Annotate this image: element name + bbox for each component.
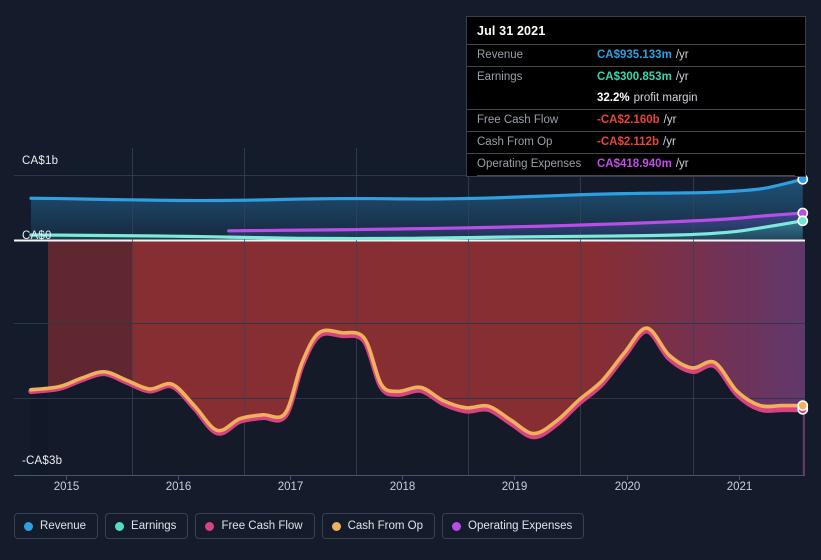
tooltip-row-unit: /yr: [675, 158, 689, 170]
tooltip-row: Free Cash Flow -CA$2.160b/yr: [467, 109, 805, 131]
x-axis-tick-label: 2018: [389, 481, 416, 493]
legend-color-dot-icon: [331, 521, 341, 531]
data-tooltip: Jul 31 2021 Revenue CA$935.133m/yr Earning…: [466, 16, 806, 177]
y-axis-label-bottom: -CA$3b: [22, 455, 63, 467]
tooltip-row-value: CA$935.133m: [597, 49, 672, 61]
legend-color-dot-icon: [115, 521, 125, 531]
tooltip-row: Cash From Op -CA$2.112b/yr: [467, 131, 805, 153]
y-axis-label-zero: CA$0: [22, 230, 52, 242]
x-axis-tick-label: 2017: [277, 481, 304, 493]
legend-item-operating-expenses[interactable]: Operating Expenses: [442, 513, 585, 539]
x-axis-tick-label: 2019: [501, 481, 528, 493]
chart-legend[interactable]: Revenue Earnings Free Cash Flow Cash From O…: [14, 513, 585, 539]
tooltip-bottom-divider: [477, 175, 795, 176]
tooltip-row-label: Free Cash Flow: [477, 114, 559, 126]
tooltip-row-unit: /yr: [663, 114, 677, 126]
tooltip-profit-margin-row: 32.2% profit margin: [467, 88, 805, 109]
tooltip-row-unit: /yr: [675, 71, 689, 83]
legend-item-earnings[interactable]: Earnings: [105, 513, 189, 539]
tooltip-margin-value: 32.2%: [597, 92, 630, 104]
x-axis-tick-label: 2016: [165, 481, 192, 493]
legend-color-dot-icon: [452, 521, 462, 531]
x-axis-tick-label: 2021: [726, 481, 753, 493]
tooltip-row-unit: /yr: [675, 49, 689, 61]
tooltip-margin-label: profit margin: [633, 92, 698, 104]
y-axis-label-top: CA$1b: [22, 155, 59, 167]
x-axis-tick-label: 2015: [53, 481, 80, 493]
tooltip-row: Earnings CA$300.853m/yr: [467, 66, 805, 88]
tooltip-rows: Revenue CA$935.133m/yr Earnings CA$300.853m…: [467, 44, 805, 175]
endpoint-marker-earnings: [797, 215, 809, 227]
tooltip-date: Jul 31 2021: [477, 24, 546, 38]
legend-item-label: Operating Expenses: [468, 520, 573, 532]
legend-item-label: Free Cash Flow: [221, 520, 303, 532]
legend-color-dot-icon: [205, 521, 215, 531]
tooltip-row-label: Operating Expenses: [477, 158, 582, 170]
legend-item-label: Cash From Op: [347, 520, 424, 532]
tooltip-row-unit: /yr: [663, 136, 676, 148]
legend-item-label: Earnings: [131, 520, 177, 532]
legend-item-cash-from-op[interactable]: Cash From Op: [321, 513, 436, 539]
tooltip-row-value: -CA$2.160b: [597, 114, 660, 126]
tooltip-row-label: Earnings: [477, 71, 523, 83]
legend-item-free-cash-flow[interactable]: Free Cash Flow: [195, 513, 315, 539]
legend-item-revenue[interactable]: Revenue: [14, 513, 99, 539]
tooltip-row-label: Revenue: [477, 49, 524, 61]
legend-color-dot-icon: [24, 521, 33, 531]
tooltip-row: Operating Expenses CA$418.940m/yr: [467, 153, 805, 175]
legend-item-label: Revenue: [40, 520, 87, 532]
tooltip-row: Revenue CA$935.133m/yr: [467, 44, 805, 66]
tooltip-row-label: Cash From Op: [477, 136, 553, 148]
endpoint-marker-cash-from-op: [797, 400, 809, 411]
x-axis-tick-label: 2020: [614, 481, 641, 493]
tooltip-row-value: -CA$2.112b: [597, 136, 660, 148]
tooltip-row-value: CA$300.853m: [597, 71, 672, 83]
chart-page: CA$1b CA$0 -CA$3b 2015 2016 2017 2018 2019 20…: [0, 0, 821, 560]
tooltip-row-value: CA$418.940m: [597, 158, 672, 170]
